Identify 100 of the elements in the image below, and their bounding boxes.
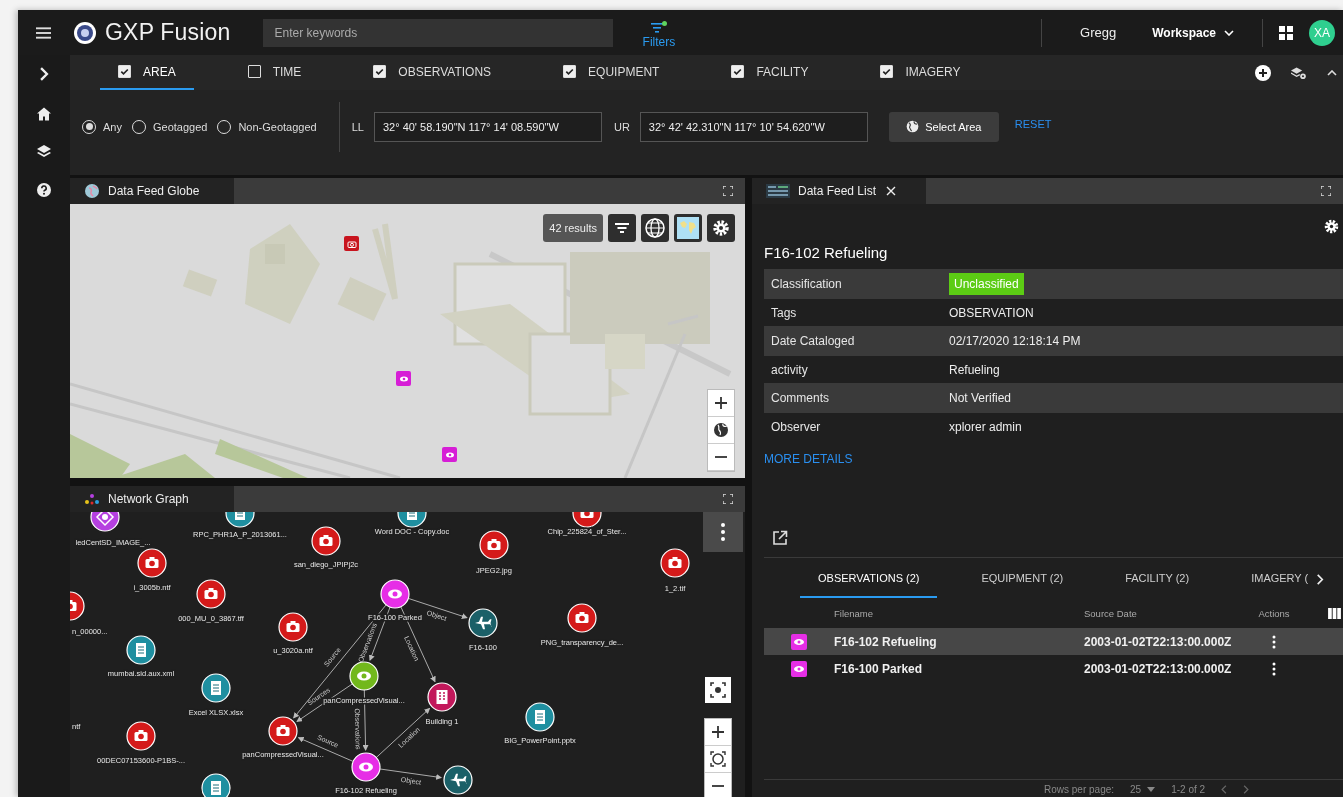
coordinate-field[interactable]: 32° 40' 58.190"N 117° 14' 08.590"W [373,111,602,142]
filter-icon[interactable] [608,214,636,242]
coordinate-field[interactable]: 32° 42' 42.310"N 117° 10' 54.620"W [639,111,868,142]
filter-tab[interactable]: IMAGERY [862,55,979,90]
menu-icon[interactable] [36,26,51,39]
location-radio[interactable]: Non-Geotagged [217,119,317,134]
document-node[interactable] [201,773,231,797]
rows-per-page-label: Rows per page: [1044,783,1115,795]
user-name: Gregg [1080,25,1117,40]
observation-node[interactable] [349,661,379,691]
settings-icon[interactable] [1324,219,1339,234]
list-icon [766,184,790,198]
help-icon[interactable] [37,183,51,197]
location-radio[interactable]: Geotagged [131,119,208,134]
caret-up-icon[interactable] [1327,69,1337,76]
checkbox[interactable] [247,65,261,78]
filter-tab[interactable]: TIME [229,55,320,90]
camera-node[interactable] [660,548,690,578]
fullscreen-icon[interactable] [1321,186,1331,196]
related-tab[interactable]: FACILITY (2) [1107,560,1208,598]
filters-button[interactable]: Filters [638,16,680,49]
chevron-left-icon[interactable] [1221,784,1228,794]
filter-tab[interactable]: FACILITY [713,55,827,90]
fullscreen-icon[interactable] [723,186,733,196]
home-icon[interactable] [37,107,51,121]
building-node[interactable] [427,682,457,712]
camera-node[interactable] [70,591,85,621]
column-header[interactable]: Filename [834,607,1084,619]
property-name: Comments [770,391,830,405]
filter-icon [650,20,667,33]
layers-gear-icon[interactable] [1291,64,1307,81]
filter-tab[interactable]: OBSERVATIONS [355,55,510,90]
world-map-icon[interactable] [674,214,702,242]
camera-node[interactable] [479,530,509,560]
camera-node[interactable] [137,548,167,578]
document-node[interactable] [525,702,555,732]
related-tab[interactable]: EQUIPMENT (2) [963,560,1082,598]
property-value: OBSERVATION [949,305,1034,320]
camera-node[interactable] [567,603,597,633]
more-details-link[interactable]: MORE DETAILS [764,452,853,466]
table-cell-text: 2003-01-02T22:13:00.000Z [1084,661,1233,676]
add-circle-icon[interactable] [1255,64,1271,81]
camera-node[interactable] [196,579,226,609]
observation-node[interactable] [380,579,410,609]
search-field[interactable]: Enter keywords [262,18,613,47]
more-options-icon[interactable] [703,512,743,552]
document-node[interactable] [201,673,231,703]
table-row[interactable]: F16-100 Parked 2003-01-02T22:13:00.000Z [764,655,1343,682]
filter-tab[interactable]: EQUIPMENT [545,55,678,90]
eye-icon [444,450,455,459]
document-node[interactable] [397,512,427,528]
select-area-button[interactable]: Select Area [888,111,999,142]
table-cell-text: F16-102 Refueling [834,634,938,649]
map-pin[interactable] [344,236,359,251]
globe-icon[interactable] [641,214,669,242]
checkbox[interactable] [731,65,745,78]
document-node[interactable] [126,635,156,665]
aircraft-node[interactable] [443,765,473,795]
observation-node[interactable] [351,752,381,782]
fullscreen-icon[interactable] [723,494,733,504]
camera-node[interactable] [311,526,341,556]
page-range: 1-2 of 2 [1171,783,1206,795]
table-row[interactable]: F16-102 Refueling 2003-01-02T22:13:00.000Z [764,628,1343,655]
camera-node[interactable] [268,716,298,746]
focus-icon[interactable] [705,677,731,703]
aircraft-node[interactable] [468,608,498,638]
map-pin[interactable] [396,371,411,386]
field-label: LL [351,120,364,133]
apps-icon[interactable] [1279,25,1293,40]
layers-icon[interactable] [37,145,51,159]
related-tab[interactable]: OBSERVATIONS (2) [800,560,938,598]
camera-node[interactable] [126,721,156,751]
logo-icon [73,20,97,45]
property-value: xplorer admin [949,419,1022,434]
camera-node[interactable] [572,512,602,528]
map-pin[interactable] [442,447,457,462]
more-options-icon[interactable] [1272,661,1276,676]
workspace-menu[interactable]: Workspace [1146,24,1240,41]
settings-icon[interactable] [707,214,735,242]
columns-icon[interactable] [1328,607,1341,619]
location-radio[interactable]: Any [82,119,122,134]
close-icon[interactable] [886,186,897,196]
checkbox[interactable] [880,65,894,78]
checkbox[interactable] [373,65,387,78]
table-cell-text: 2003-01-02T22:13:00.000Z [1084,634,1233,649]
rows-per-page-select[interactable]: 25 [1130,783,1156,795]
external-link-icon[interactable] [772,530,788,546]
reset-link[interactable]: RESET [1014,117,1052,130]
property-name: activity [770,362,809,377]
globe-icon [84,184,100,198]
camera-node[interactable] [278,612,308,642]
property-name: Date Cataloged [770,334,856,348]
more-options-icon[interactable] [1272,634,1276,649]
related-tab[interactable]: IMAGERY ( [1233,560,1313,598]
checkbox[interactable] [118,65,131,78]
column-header[interactable]: Source Date [1084,607,1244,619]
checkbox[interactable] [563,65,577,78]
document-node[interactable] [225,512,255,528]
property-name: Tags [770,305,798,320]
target-node[interactable] [90,512,120,532]
